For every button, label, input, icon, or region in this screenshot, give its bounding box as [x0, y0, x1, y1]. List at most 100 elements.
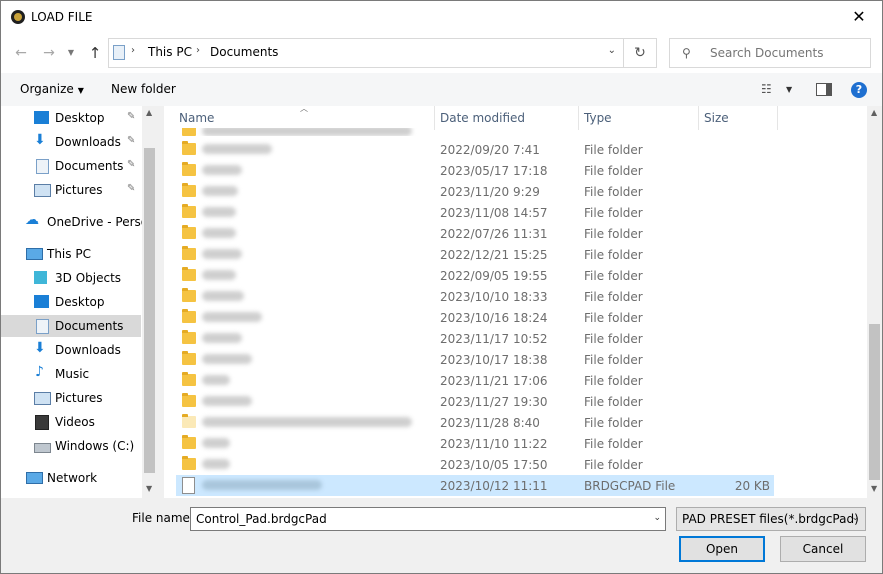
sidebar-item-quick-downloads[interactable]: ⬇ Downloads ✎ — [1, 131, 141, 153]
sidebar-item-desktop[interactable]: Desktop — [1, 291, 141, 313]
table-row[interactable]: 2023/11/10 11:22 File folder — [176, 433, 774, 454]
chevron-down-icon[interactable]: ⌄ — [653, 513, 661, 523]
organize-button[interactable]: Organize ▼ — [20, 82, 84, 96]
view-options-button[interactable]: ☷ — [761, 82, 772, 96]
scrollbar-thumb[interactable] — [869, 324, 880, 480]
pin-icon[interactable]: ✎ — [127, 183, 135, 194]
sidebar-item-quick-pictures[interactable]: Pictures ✎ — [1, 179, 141, 201]
table-row[interactable]: 2023/11/28 8:40 File folder — [176, 412, 774, 433]
folder-icon — [182, 225, 196, 239]
pin-icon[interactable]: ✎ — [127, 159, 135, 170]
table-row[interactable]: 2023/10/16 18:24 File folder — [176, 307, 774, 328]
sidebar-item-label: Downloads — [55, 135, 121, 149]
table-row[interactable]: 2023/11/21 17:06 File folder — [176, 370, 774, 391]
sidebar-item-videos[interactable]: Videos — [1, 411, 141, 433]
sidebar-item-quick-desktop[interactable]: Desktop ✎ — [1, 107, 141, 129]
file-date: 2022/12/21 15:25 — [440, 248, 548, 262]
sidebar-item-3d-objects[interactable]: 3D Objects — [1, 267, 141, 289]
chevron-down-icon[interactable]: ▼ — [786, 85, 792, 94]
sidebar-scrollbar[interactable]: ▲ ▼ — [142, 106, 157, 498]
pictures-icon — [34, 392, 51, 405]
scroll-up-icon[interactable]: ▲ — [871, 108, 877, 117]
navigation-bar: ← → ▼ ↑ › This PC › Documents ⌄ ↻ ⚲ — [1, 33, 882, 73]
sidebar-item-pictures[interactable]: Pictures — [1, 387, 141, 409]
preview-pane-button[interactable] — [816, 83, 832, 96]
refresh-button[interactable]: ↻ — [623, 39, 656, 67]
file-name-redacted — [202, 228, 236, 238]
file-type: File folder — [584, 248, 643, 262]
file-date: 2023/11/21 17:06 — [440, 374, 548, 388]
search-input[interactable] — [700, 39, 870, 67]
table-row[interactable]: 2022/07/26 11:31 File folder — [176, 223, 774, 244]
table-row[interactable]: 2022/09/20 7:41 File folder — [176, 139, 774, 160]
sidebar-item-label: Music — [55, 367, 90, 381]
new-folder-button[interactable]: New folder — [111, 82, 176, 96]
open-button[interactable]: Open — [679, 536, 765, 562]
file-date: 2023/11/08 14:57 — [440, 206, 548, 220]
scrollbar-thumb[interactable] — [144, 148, 155, 473]
sidebar-item-windows-c[interactable]: Windows (C:) — [1, 435, 141, 457]
pin-icon[interactable]: ✎ — [127, 135, 135, 146]
table-row[interactable]: 2023/10/17 18:38 File folder — [176, 349, 774, 370]
window-title: LOAD FILE — [31, 10, 93, 24]
sidebar-item-this-pc[interactable]: This PC — [1, 243, 141, 265]
table-row[interactable]: 2022/09/05 19:55 File folder — [176, 265, 774, 286]
scroll-down-icon[interactable]: ▼ — [146, 484, 152, 493]
chevron-right-icon: › — [196, 45, 200, 56]
sidebar-item-network[interactable]: Network — [1, 467, 141, 489]
table-row[interactable]: 2023/11/17 10:52 File folder — [176, 328, 774, 349]
table-row-selected[interactable]: 2023/10/12 11:11 BRDGCPAD File 20 KB — [176, 475, 774, 496]
column-divider[interactable] — [777, 106, 778, 130]
table-row[interactable]: 2023/05/17 17:18 File folder — [176, 160, 774, 181]
column-header-name[interactable]: Name — [179, 111, 214, 125]
breadcrumb-this-pc[interactable]: This PC — [148, 45, 192, 59]
table-row[interactable]: 2023/10/05 17:50 File folder — [176, 454, 774, 475]
column-divider[interactable] — [698, 106, 699, 130]
chevron-down-icon: ▼ — [67, 48, 75, 57]
back-button[interactable]: ← — [11, 43, 31, 63]
column-header-size[interactable]: Size — [704, 111, 729, 125]
table-row[interactable]: 2023/11/08 14:57 File folder — [176, 202, 774, 223]
scroll-down-icon[interactable]: ▼ — [871, 484, 877, 493]
file-type-select[interactable]: PAD PRESET files(*.brdgcPad) ⌄ — [676, 507, 866, 531]
column-divider[interactable] — [578, 106, 579, 130]
file-date: 2023/11/28 8:40 — [440, 416, 540, 430]
recent-locations-button[interactable]: ▼ — [61, 43, 81, 63]
address-dropdown-icon[interactable]: ⌄ — [608, 45, 616, 56]
sidebar-item-music[interactable]: ♪ Music — [1, 363, 141, 385]
table-row-partial[interactable] — [176, 128, 774, 136]
pin-icon[interactable]: ✎ — [127, 111, 135, 122]
file-name-label: File name: — [132, 511, 194, 525]
column-header-type[interactable]: Type — [584, 111, 612, 125]
file-date: 2023/05/17 17:18 — [440, 164, 548, 178]
column-divider[interactable] — [434, 106, 435, 130]
sidebar-item-label: Downloads — [55, 343, 121, 357]
table-row[interactable]: 2023/11/27 19:30 File folder — [176, 391, 774, 412]
forward-button[interactable]: → — [39, 43, 59, 63]
sidebar-item-downloads[interactable]: ⬇ Downloads — [1, 339, 141, 361]
up-button[interactable]: ↑ — [85, 43, 105, 63]
file-name-input[interactable] — [191, 508, 646, 530]
table-row[interactable]: 2023/10/10 18:33 File folder — [176, 286, 774, 307]
scroll-up-icon[interactable]: ▲ — [146, 108, 152, 117]
breadcrumb-documents[interactable]: Documents — [210, 45, 278, 59]
sidebar-item-quick-documents[interactable]: Documents ✎ — [1, 155, 141, 177]
sidebar-item-documents[interactable]: Documents — [1, 315, 141, 337]
cancel-button[interactable]: Cancel — [780, 536, 866, 562]
file-name-redacted — [202, 207, 236, 217]
file-date: 2023/10/16 18:24 — [440, 311, 548, 325]
table-row[interactable]: 2023/11/20 9:29 File folder — [176, 181, 774, 202]
address-bar[interactable]: › This PC › Documents ⌄ ↻ — [108, 38, 657, 68]
file-name-redacted — [202, 291, 244, 301]
3d-objects-icon — [34, 271, 47, 284]
file-type: File folder — [584, 269, 643, 283]
sidebar-item-onedrive[interactable]: ☁ OneDrive - Persor — [1, 211, 153, 233]
table-row[interactable]: 2022/12/21 15:25 File folder — [176, 244, 774, 265]
file-date: 2022/09/20 7:41 — [440, 143, 540, 157]
help-button[interactable]: ? — [851, 82, 867, 98]
command-toolbar: Organize ▼ New folder ☷ ▼ ? — [1, 73, 882, 106]
column-header-date[interactable]: Date modified — [440, 111, 525, 125]
file-list-scrollbar[interactable]: ▲ ▼ — [867, 106, 882, 498]
file-type: File folder — [584, 458, 643, 472]
close-button[interactable]: ✕ — [836, 1, 882, 33]
